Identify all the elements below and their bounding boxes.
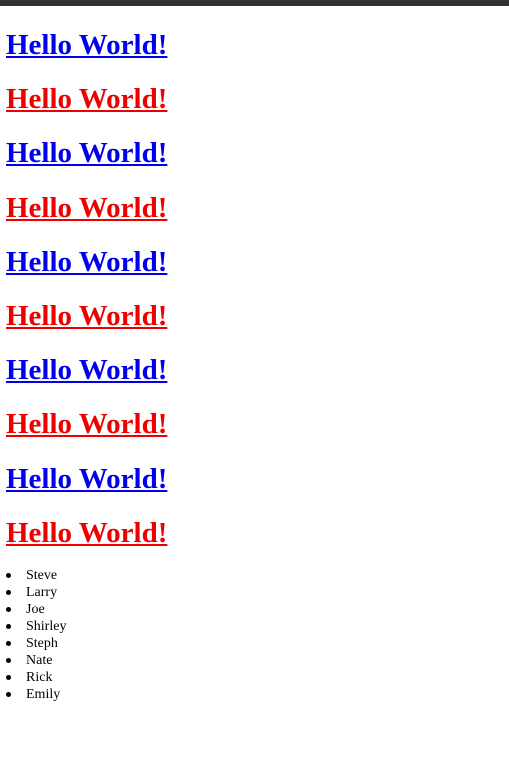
hello-world-link-2[interactable]: Hello World! xyxy=(6,82,509,136)
list-item-label: Steph xyxy=(26,636,58,651)
hello-world-link-1[interactable]: Hello World! xyxy=(6,28,509,82)
list-item: Shirley xyxy=(6,618,66,635)
list-item-label: Nate xyxy=(26,653,53,668)
hello-world-link-8[interactable]: Hello World! xyxy=(6,407,509,461)
list-item: Joe xyxy=(6,601,66,618)
bullet-icon xyxy=(6,607,11,612)
list-item-label: Joe xyxy=(26,602,45,617)
list-item-label: Steve xyxy=(26,568,58,583)
hello-world-link-6[interactable]: Hello World! xyxy=(6,299,509,353)
bullet-icon xyxy=(6,590,11,595)
bullet-icon xyxy=(6,675,11,680)
list-item: Nate xyxy=(6,652,66,669)
list-item-label: Shirley xyxy=(26,619,67,634)
bullet-icon xyxy=(6,692,11,697)
list-item: Larry xyxy=(6,584,66,601)
list-item: Rick xyxy=(6,669,66,686)
hello-world-link-4[interactable]: Hello World! xyxy=(6,191,509,245)
list-item: Steph xyxy=(6,635,66,652)
list-item: Emily xyxy=(6,686,66,703)
name-list: Steve Larry Joe Shirley Steph Nate Rick … xyxy=(6,567,66,703)
bullet-icon xyxy=(6,573,11,578)
hello-world-link-3[interactable]: Hello World! xyxy=(6,136,509,190)
hello-world-link-7[interactable]: Hello World! xyxy=(6,353,509,407)
hello-world-link-10[interactable]: Hello World! xyxy=(6,516,509,570)
bullet-icon xyxy=(6,624,11,629)
hello-world-link-5[interactable]: Hello World! xyxy=(6,245,509,299)
window-top-bar xyxy=(0,0,509,6)
hello-world-link-9[interactable]: Hello World! xyxy=(6,462,509,516)
bullet-icon xyxy=(6,658,11,663)
list-item-label: Rick xyxy=(26,670,53,685)
list-item: Steve xyxy=(6,567,66,584)
list-item-label: Emily xyxy=(26,687,61,702)
heading-list: Hello World! Hello World! Hello World! H… xyxy=(6,28,509,570)
list-item-label: Larry xyxy=(26,585,58,600)
bullet-icon xyxy=(6,641,11,646)
